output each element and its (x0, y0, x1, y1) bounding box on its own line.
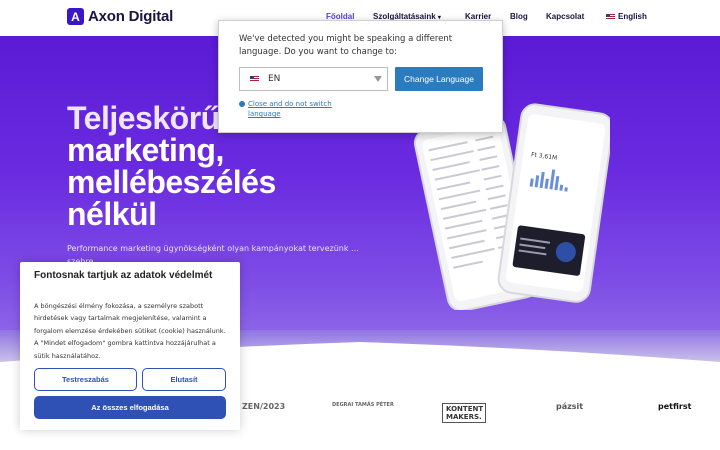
brand-logo[interactable]: A Axon Digital (67, 8, 173, 25)
client-logo: pázsit (556, 402, 584, 411)
nav-item-language-label: English (618, 12, 647, 21)
us-flag-icon (250, 76, 259, 82)
cookie-consent-banner: Fontosnak tartjuk az adatok védelmét A b… (20, 262, 240, 430)
headline-line: mellébeszélés (67, 164, 276, 200)
client-logo: DEGRAI TAMÁS PÉTER (332, 402, 394, 408)
cookie-description: A böngészési élmény fokozása, a személyr… (34, 302, 226, 360)
cookie-title: Fontosnak tartjuk az adatok védelmét (34, 270, 213, 281)
nav-item-contact[interactable]: Kapcsolat (546, 12, 584, 21)
close-no-switch-link[interactable]: Close and do not switch language (239, 99, 359, 119)
chevron-down-icon (374, 76, 382, 82)
language-switch-popup: We've detected you might be speaking a d… (218, 20, 503, 133)
close-no-switch-label: Close and do not switch language (248, 100, 332, 118)
headline-line: nélkül (67, 196, 157, 232)
client-logo: KONTENT MAKERS. (442, 403, 486, 423)
client-logo: ZEN/2023 (242, 402, 286, 411)
nav-item-blog[interactable]: Blog (510, 12, 528, 21)
language-popup-message: We've detected you might be speaking a d… (239, 34, 453, 57)
page: A Axon Digital Főoldal Szolgáltatásaink … (0, 0, 720, 450)
language-select-value: EN (268, 74, 281, 84)
reject-button[interactable]: Elutasít (142, 368, 226, 391)
nav-item-language[interactable]: English (606, 12, 647, 21)
brand-logo-mark: A (67, 8, 84, 25)
close-icon (239, 101, 245, 107)
accept-all-button[interactable]: Az összes elfogadása (34, 396, 226, 419)
headline-line: marketing, (67, 132, 224, 168)
customize-button[interactable]: Testreszabás (34, 368, 137, 391)
language-select[interactable]: EN (239, 67, 388, 91)
client-logo: petfirst (658, 402, 692, 411)
brand-name: Axon Digital (88, 8, 174, 25)
change-language-button[interactable]: Change Language (395, 67, 483, 91)
us-flag-icon (606, 13, 615, 20)
